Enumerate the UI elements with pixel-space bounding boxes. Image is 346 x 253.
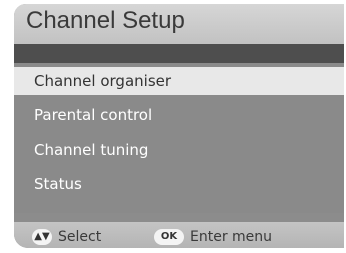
select-hint-label: Select (58, 229, 102, 245)
menu-item-parental-control[interactable]: Parental control (14, 101, 344, 129)
menu-item-channel-organiser[interactable]: Channel organiser (14, 67, 344, 95)
header-divider (14, 44, 344, 63)
ok-button-icon: OK (154, 229, 184, 245)
up-down-arrows-icon: ▲▼ (32, 229, 52, 245)
enter-menu-hint: OK Enter menu (154, 222, 272, 248)
panel-header: Channel Setup (14, 4, 344, 44)
select-hint: ▲▼ Select (32, 222, 101, 248)
channel-setup-panel: Channel Setup Channel organiser Parental… (14, 4, 344, 248)
page-title: Channel Setup (26, 7, 185, 34)
menu-list: Channel organiser Parental control Chann… (14, 63, 344, 213)
menu-item-status[interactable]: Status (14, 170, 344, 198)
enter-menu-label: Enter menu (190, 229, 273, 245)
footer-hints: ▲▼ Select OK Enter menu (14, 222, 344, 248)
menu-item-channel-tuning[interactable]: Channel tuning (14, 136, 344, 164)
